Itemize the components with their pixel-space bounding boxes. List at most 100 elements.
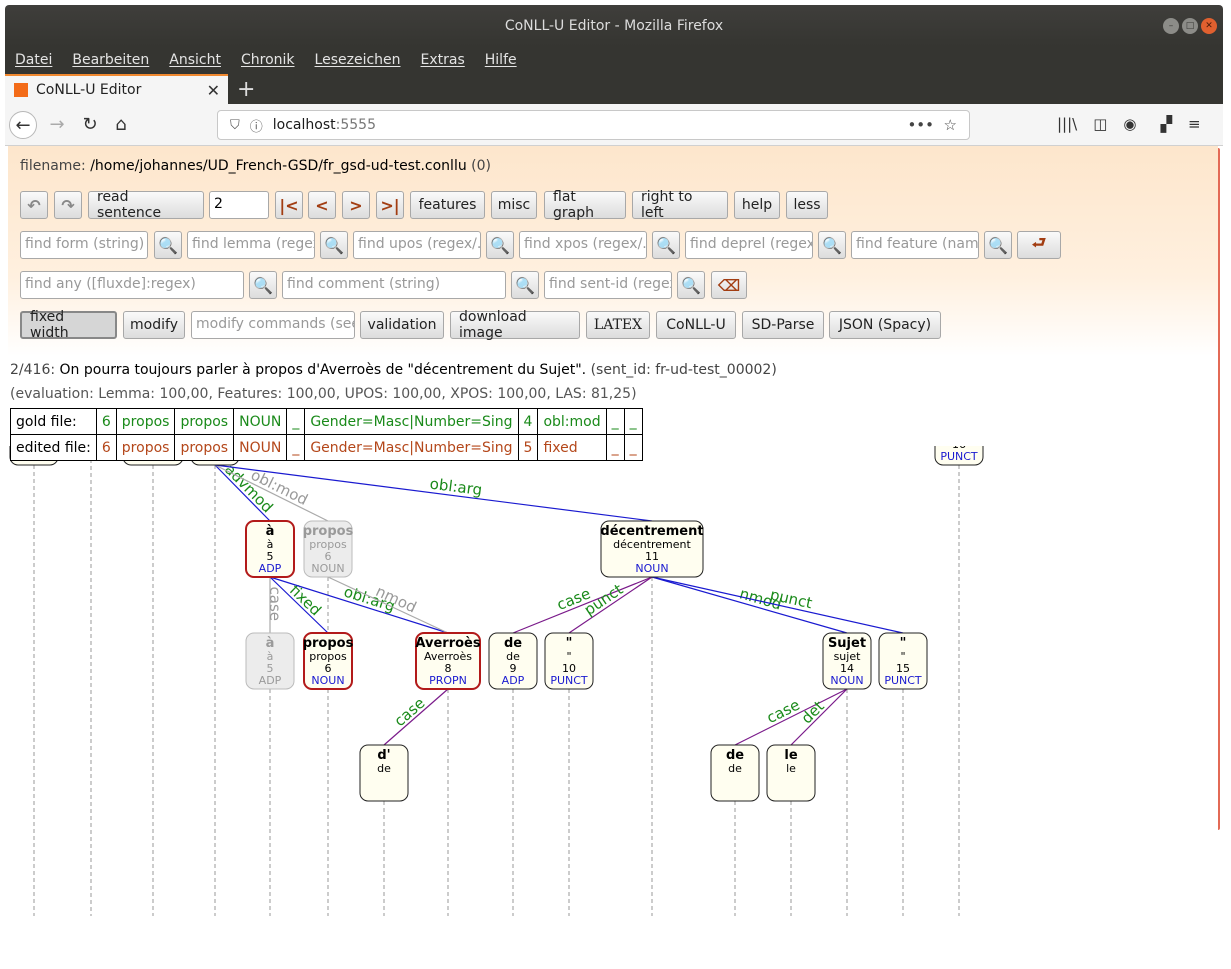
token-node-n16[interactable]: ..16PUNCT: [934, 446, 984, 466]
less-button[interactable]: less: [786, 191, 828, 219]
sidebar-icon[interactable]: ◫: [1093, 115, 1107, 133]
token-upos: NOUN: [635, 562, 668, 575]
token-lemma: de: [377, 762, 391, 775]
right-to-left-button[interactable]: right to left: [632, 189, 728, 221]
conllu-button[interactable]: CoNLL-U: [656, 311, 736, 339]
find-feature-input[interactable]: find feature (name: [851, 231, 979, 259]
minimize-icon[interactable]: –: [1163, 18, 1179, 34]
menu-hilfe[interactable]: Hilfe: [485, 52, 517, 68]
token-node-n12[interactable]: dede: [710, 744, 760, 802]
extensions-icon[interactable]: ▞: [1161, 115, 1173, 133]
menu-extras[interactable]: Extras: [421, 52, 465, 68]
find-any-input[interactable]: find any ([fluxde]:regex): [20, 271, 244, 299]
find-xpos-search-icon[interactable]: 🔍: [652, 231, 680, 259]
find-form-input[interactable]: find form (string): [20, 231, 148, 259]
dependency-label[interactable]: case: [764, 696, 803, 728]
account-icon[interactable]: ◉: [1123, 115, 1136, 133]
token-node-n5g[interactable]: àà5ADP: [245, 632, 295, 690]
token-node-n5[interactable]: àà5ADP: [245, 520, 295, 578]
return-icon[interactable]: ⮐: [1017, 231, 1061, 259]
find-upos-input[interactable]: find upos (regex/.: [353, 231, 481, 259]
library-icon[interactable]: |||\: [1057, 115, 1077, 133]
json-spacy-button[interactable]: JSON (Spacy): [829, 311, 941, 339]
window-title: CoNLL-U Editor - Mozilla Firefox: [504, 17, 724, 34]
dependency-label[interactable]: fixed: [286, 581, 325, 619]
menu-bearbeiten[interactable]: Bearbeiten: [72, 52, 149, 68]
validation-button[interactable]: validation: [360, 311, 444, 339]
token-node-n13[interactable]: lele: [766, 744, 816, 802]
find-sent-id-search-icon[interactable]: 🔍: [677, 271, 705, 299]
dependency-label[interactable]: punct: [581, 580, 627, 619]
modify-commands-input[interactable]: modify commands (see: [191, 311, 355, 339]
dependency-label[interactable]: case: [391, 694, 429, 730]
modify-button[interactable]: modify: [123, 311, 185, 339]
tab-conllu-editor[interactable]: CoNLL-U Editor ✕: [5, 74, 228, 104]
gold-deprel: obl:mod: [537, 408, 607, 435]
previous-sentence-button[interactable]: <: [308, 191, 336, 219]
hamburger-menu-icon[interactable]: ≡: [1188, 115, 1201, 133]
find-xpos-input[interactable]: find xpos (regex/.: [519, 231, 647, 259]
menu-chronik[interactable]: Chronik: [241, 52, 295, 68]
token-node-n14[interactable]: Sujetsujet14NOUN: [822, 632, 872, 690]
menu-ansicht[interactable]: Ansicht: [169, 52, 221, 68]
clear-search-icon[interactable]: ⌫: [711, 271, 747, 299]
menu-lesezeichen[interactable]: Lesezeichen: [315, 52, 401, 68]
token-node-n7[interactable]: d'de: [359, 744, 409, 802]
close-tab-icon[interactable]: ✕: [207, 81, 220, 100]
menu-datei[interactable]: Datei: [15, 52, 52, 68]
back-icon[interactable]: ←: [9, 111, 37, 139]
find-lemma-search-icon[interactable]: 🔍: [320, 231, 348, 259]
find-upos-search-icon[interactable]: 🔍: [486, 231, 514, 259]
filename-path: /home/johannes/UD_French-GSD/fr_gsd-ud-t…: [90, 158, 467, 174]
read-sentence-button[interactable]: read sentence: [88, 189, 204, 221]
find-deprel-search-icon[interactable]: 🔍: [818, 231, 846, 259]
find-lemma-input[interactable]: find lemma (regex: [187, 231, 315, 259]
reload-icon[interactable]: ↻: [76, 111, 104, 139]
evaluation-line: (evaluation: Lemma: 100,00, Features: 10…: [10, 386, 637, 402]
download-image-button[interactable]: download image: [450, 309, 580, 341]
token-node-n8[interactable]: AverroèsAverroès8PROPN: [415, 632, 481, 690]
token-node-n15[interactable]: ""15PUNCT: [878, 632, 928, 690]
find-form-search-icon[interactable]: 🔍: [154, 231, 182, 259]
features-button[interactable]: features: [410, 191, 485, 219]
find-any-search-icon[interactable]: 🔍: [249, 271, 277, 299]
maximize-icon[interactable]: □: [1182, 18, 1198, 34]
redo-button[interactable]: ↷: [54, 191, 82, 219]
last-sentence-button[interactable]: >|: [376, 191, 404, 219]
bookmark-star-icon[interactable]: ☆: [944, 116, 957, 134]
dependency-label[interactable]: det: [798, 697, 828, 727]
new-tab-icon[interactable]: +: [237, 77, 255, 102]
token-node-n10[interactable]: ""10PUNCT: [544, 632, 594, 690]
find-sent-id-input[interactable]: find sent-id (regex: [544, 271, 672, 299]
token-node-n11[interactable]: décentrementdécentrement11NOUN: [600, 520, 704, 578]
undo-button[interactable]: ↶: [20, 191, 48, 219]
latex-button[interactable]: LATEX: [586, 311, 650, 339]
token-node-n6[interactable]: propospropos6NOUN: [303, 632, 354, 690]
info-icon[interactable]: ⓘ: [250, 116, 263, 135]
dependency-label[interactable]: obl:arg: [429, 475, 483, 500]
sd-parse-button[interactable]: SD-Parse: [742, 311, 824, 339]
first-sentence-button[interactable]: |<: [275, 191, 303, 219]
more-actions-icon[interactable]: •••: [907, 116, 934, 134]
sentence-id: (sent_id: fr-ud-test_00002): [590, 362, 777, 378]
find-feature-search-icon[interactable]: 🔍: [984, 231, 1012, 259]
find-comment-input[interactable]: find comment (string): [282, 271, 506, 299]
dependency-label[interactable]: case: [266, 587, 284, 621]
token-node-n6g[interactable]: propospropos6NOUN: [303, 520, 354, 578]
forward-icon[interactable]: →: [43, 111, 71, 139]
fixed-width-button[interactable]: fixed width: [20, 309, 117, 341]
gold-id: 6: [95, 408, 117, 435]
flat-graph-button[interactable]: flat graph: [544, 189, 626, 221]
token-node-n9[interactable]: dede9ADP: [488, 632, 538, 690]
sentence-number-input[interactable]: 2: [209, 191, 269, 219]
next-sentence-button[interactable]: >: [342, 191, 370, 219]
url-bar[interactable]: ⛉ ⓘ localhost:5555 ••• ☆: [217, 110, 970, 140]
edited-feats: Gender=Masc|Number=Sing: [304, 434, 519, 461]
find-deprel-input[interactable]: find deprel (regex: [685, 231, 813, 259]
help-button[interactable]: help: [734, 191, 780, 219]
close-window-icon[interactable]: ✕: [1201, 18, 1217, 34]
misc-button[interactable]: misc: [491, 191, 537, 219]
home-icon[interactable]: ⌂: [107, 111, 135, 139]
shield-icon[interactable]: ⛉: [230, 118, 240, 133]
find-comment-search-icon[interactable]: 🔍: [511, 271, 539, 299]
